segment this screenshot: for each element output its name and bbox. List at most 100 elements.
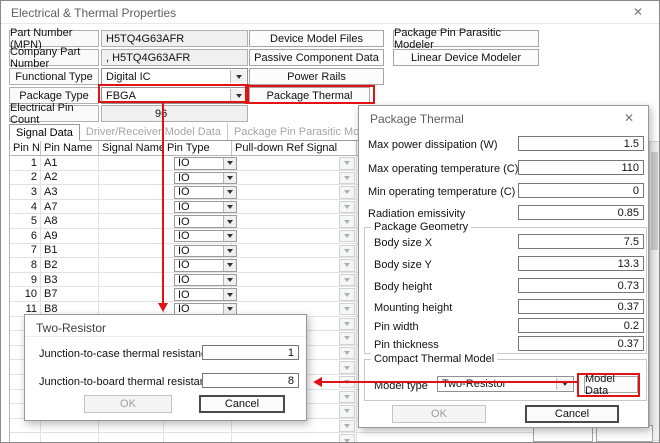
main-titlebar: Electrical & Thermal Properties ✕ — [1, 1, 659, 24]
cell-pin-name: A7 — [41, 200, 99, 214]
chevron-down-icon[interactable] — [556, 378, 572, 390]
cell-pin-name: B7 — [41, 287, 99, 301]
pulldown-combo-disabled — [339, 259, 355, 272]
pulldown-combo-disabled — [339, 405, 355, 418]
cell-pin-no: 9 — [10, 273, 41, 287]
col-header-signal-name[interactable]: Signal Name — [99, 141, 164, 155]
col-header-pin-type[interactable]: Pin Type — [164, 141, 232, 155]
company-part-number-label: Company Part Number — [9, 49, 99, 66]
pin-type-combo[interactable]: IO — [174, 259, 237, 272]
pin-type-combo[interactable]: IO — [174, 215, 237, 228]
body-size-y-field[interactable]: 13.3 — [518, 256, 644, 271]
radiation-emissivity-field[interactable]: 0.85 — [518, 205, 644, 220]
close-icon[interactable]: ✕ — [618, 110, 640, 126]
mounting-height-field[interactable]: 0.37 — [518, 299, 644, 314]
cell-signal-name[interactable] — [99, 171, 164, 185]
min-operating-temperature-field[interactable]: 0 — [518, 183, 644, 198]
pin-type-combo[interactable]: IO — [174, 274, 237, 287]
pin-width-field[interactable]: 0.2 — [518, 318, 644, 333]
part-number-label: Part Number (MPN) — [9, 30, 99, 47]
annotation-box-model-data — [577, 373, 640, 397]
cell-signal-name — [99, 433, 164, 443]
package-pin-parasitic-modeler-button[interactable]: Package Pin Parasitic Modeler — [393, 30, 539, 47]
chevron-down-icon[interactable] — [230, 70, 246, 83]
body-height-field[interactable]: 0.73 — [518, 278, 644, 293]
tab-signal-data[interactable]: Signal Data — [9, 124, 80, 141]
pulldown-combo-disabled — [339, 332, 355, 345]
max-operating-temperature-field[interactable]: 110 — [518, 160, 644, 175]
pin-type-combo[interactable]: IO — [174, 230, 237, 243]
pulldown-combo-disabled — [339, 230, 355, 243]
package-geometry-group-label: Package Geometry — [371, 221, 471, 233]
table-vertical-scrollbar[interactable] — [649, 141, 660, 441]
cell-pin-name: A1 — [41, 156, 99, 170]
annotation-arrowhead-down — [158, 303, 168, 312]
cell-signal-name[interactable] — [99, 244, 164, 258]
model-type-combo[interactable]: Two-Resistor — [437, 376, 574, 392]
cell-pin-name: B2 — [41, 258, 99, 272]
functional-type-value: Digital IC — [106, 71, 151, 83]
title-divider — [25, 336, 306, 337]
cell-pin-name: A3 — [41, 185, 99, 199]
pin-thickness-field[interactable]: 0.37 — [518, 336, 644, 351]
pulldown-combo-disabled — [339, 215, 355, 228]
cell-pin-no: 10 — [10, 287, 41, 301]
part-number-field[interactable]: H5TQ4G63AFR — [101, 30, 248, 47]
chevron-down-icon — [223, 158, 236, 169]
passive-component-data-button[interactable]: Passive Component Data — [249, 49, 384, 66]
pulldown-combo-disabled — [339, 201, 355, 214]
annotation-arrowhead-left — [313, 377, 322, 387]
two-resistor-dialog-title: Two-Resistor — [36, 321, 106, 335]
pin-type-combo[interactable]: IO — [174, 201, 237, 214]
cell-pin-name — [41, 433, 99, 443]
functional-type-label: Functional Type — [9, 68, 99, 85]
cell-signal-name[interactable] — [99, 185, 164, 199]
cell-signal-name[interactable] — [99, 287, 164, 301]
pulldown-combo-disabled — [339, 318, 355, 331]
scrollbar-thumb[interactable] — [651, 152, 658, 250]
cell-signal-name[interactable] — [99, 229, 164, 243]
col-header-pin-no[interactable]: Pin No — [10, 141, 41, 155]
cell-signal-name[interactable] — [99, 258, 164, 272]
close-icon[interactable]: ✕ — [625, 4, 651, 21]
cell-pin-name: B1 — [41, 244, 99, 258]
cell-signal-name[interactable] — [99, 200, 164, 214]
chevron-down-icon — [223, 260, 236, 271]
annotation-box-package-thermal — [245, 85, 375, 104]
company-part-number-field[interactable]: , H5TQ4G63AFR — [101, 49, 248, 66]
junction-to-case-field[interactable]: 1 — [202, 345, 299, 360]
body-size-x-field[interactable]: 7.5 — [518, 234, 644, 249]
body-size-x-label: Body size X — [374, 237, 432, 249]
pin-thickness-label: Pin thickness — [374, 339, 439, 351]
cell-signal-name[interactable] — [99, 273, 164, 287]
pulldown-combo-disabled — [339, 245, 355, 258]
cell-pin-name: B3 — [41, 273, 99, 287]
junction-to-board-field[interactable]: 8 — [202, 373, 299, 388]
compact-thermal-model-group-label: Compact Thermal Model — [371, 353, 497, 365]
power-rails-button[interactable]: Power Rails — [249, 68, 384, 85]
cell-signal-name[interactable] — [99, 156, 164, 170]
pin-type-combo[interactable]: IO — [174, 157, 237, 170]
device-model-files-button[interactable]: Device Model Files — [249, 30, 384, 47]
annotation-arrow-line-vertical — [162, 103, 164, 304]
pin-type-combo[interactable]: IO — [174, 172, 237, 185]
chevron-down-icon — [223, 246, 236, 257]
cell-pin-no: 5 — [10, 214, 41, 228]
functional-type-combo[interactable]: Digital IC — [101, 68, 248, 85]
pin-type-combo[interactable]: IO — [174, 245, 237, 258]
annotation-arrow-line-horizontal — [321, 381, 577, 383]
linear-device-modeler-button[interactable]: Linear Device Modeler — [393, 49, 539, 66]
pulldown-combo-disabled — [339, 274, 355, 287]
tab-driver-receiver-model-data[interactable]: Driver/Receiver Model Data — [80, 123, 228, 140]
pin-type-combo[interactable]: IO — [174, 186, 237, 199]
package-thermal-cancel-button[interactable]: Cancel — [525, 405, 619, 423]
cell-pin-name: A2 — [41, 171, 99, 185]
col-header-pin-name[interactable]: Pin Name — [41, 141, 99, 155]
chevron-down-icon — [223, 304, 236, 315]
two-resistor-cancel-button[interactable]: Cancel — [199, 395, 285, 413]
max-power-dissipation-field[interactable]: 1.5 — [518, 136, 644, 151]
body-size-y-label: Body size Y — [374, 259, 432, 271]
col-header-pulldown-ref-signal[interactable]: Pull-down Ref Signal — [232, 141, 357, 155]
pin-type-combo[interactable]: IO — [174, 288, 237, 301]
cell-signal-name[interactable] — [99, 214, 164, 228]
